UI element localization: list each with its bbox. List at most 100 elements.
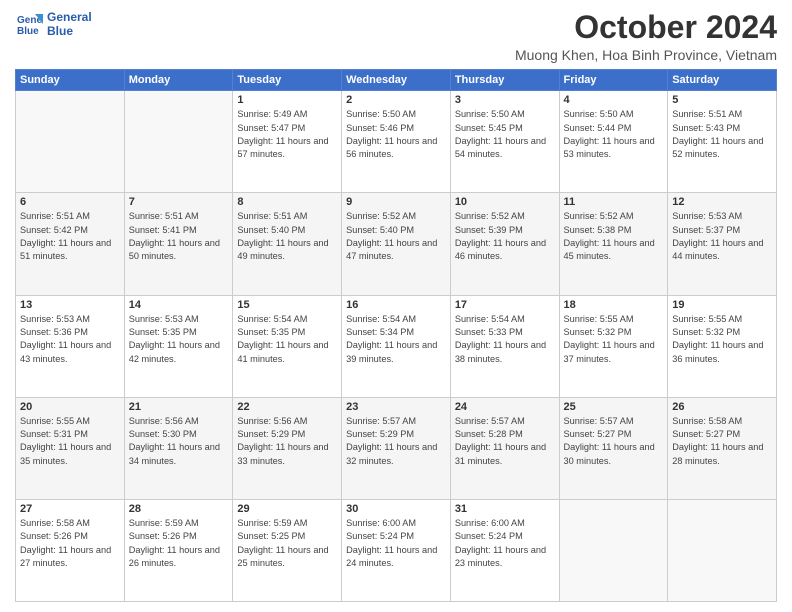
day-number: 20: [20, 401, 120, 413]
calendar-week-row: 20 Sunrise: 5:55 AMSunset: 5:31 PMDayligh…: [16, 397, 777, 499]
day-info: Sunrise: 5:59 AMSunset: 5:25 PMDaylight:…: [237, 517, 337, 570]
calendar-week-row: 6 Sunrise: 5:51 AMSunset: 5:42 PMDaylight…: [16, 193, 777, 295]
day-number: 12: [672, 196, 772, 208]
logo-icon: General Blue: [15, 10, 43, 38]
calendar-cell: 2 Sunrise: 5:50 AMSunset: 5:46 PMDaylight…: [342, 91, 451, 193]
calendar-cell: 21 Sunrise: 5:56 AMSunset: 5:30 PMDayligh…: [124, 397, 233, 499]
day-number: 15: [237, 299, 337, 311]
day-info: Sunrise: 5:55 AMSunset: 5:32 PMDaylight:…: [672, 313, 772, 366]
day-number: 27: [20, 503, 120, 515]
day-number: 17: [455, 299, 555, 311]
day-info: Sunrise: 5:49 AMSunset: 5:47 PMDaylight:…: [237, 108, 337, 161]
calendar-table: SundayMondayTuesdayWednesdayThursdayFrid…: [15, 69, 777, 602]
day-info: Sunrise: 5:54 AMSunset: 5:35 PMDaylight:…: [237, 313, 337, 366]
day-number: 2: [346, 94, 446, 106]
day-number: 6: [20, 196, 120, 208]
month-title: October 2024: [515, 10, 777, 45]
day-number: 5: [672, 94, 772, 106]
calendar-cell: 5Sunrise: 5:51 AMSunset: 5:43 PMDaylight…: [668, 91, 777, 193]
day-info: Sunrise: 5:50 AMSunset: 5:46 PMDaylight:…: [346, 108, 446, 161]
day-info: Sunrise: 5:52 AMSunset: 5:38 PMDaylight:…: [564, 210, 664, 263]
day-info: Sunrise: 5:53 AMSunset: 5:37 PMDaylight:…: [672, 210, 772, 263]
calendar-cell: 8 Sunrise: 5:51 AMSunset: 5:40 PMDaylight…: [233, 193, 342, 295]
day-number: 22: [237, 401, 337, 413]
calendar-cell: 7 Sunrise: 5:51 AMSunset: 5:41 PMDaylight…: [124, 193, 233, 295]
day-info: Sunrise: 5:55 AMSunset: 5:31 PMDaylight:…: [20, 415, 120, 468]
weekday-header-wednesday: Wednesday: [342, 70, 451, 91]
calendar-cell: 1 Sunrise: 5:49 AMSunset: 5:47 PMDaylight…: [233, 91, 342, 193]
calendar-cell: 27 Sunrise: 5:58 AMSunset: 5:26 PMDayligh…: [16, 499, 125, 601]
title-block: October 2024 Muong Khen, Hoa Binh Provin…: [515, 10, 777, 63]
day-info: Sunrise: 5:50 AMSunset: 5:44 PMDaylight:…: [564, 108, 664, 161]
calendar-cell: [16, 91, 125, 193]
day-info: Sunrise: 5:51 AMSunset: 5:41 PMDaylight:…: [129, 210, 229, 263]
header: General Blue General Blue October 2024 M…: [15, 10, 777, 63]
day-info: Sunrise: 5:52 AMSunset: 5:39 PMDaylight:…: [455, 210, 555, 263]
day-info: Sunrise: 5:55 AMSunset: 5:32 PMDaylight:…: [564, 313, 664, 366]
calendar-cell: 31Sunrise: 6:00 AMSunset: 5:24 PMDayligh…: [450, 499, 559, 601]
day-info: Sunrise: 5:57 AMSunset: 5:28 PMDaylight:…: [455, 415, 555, 468]
day-number: 14: [129, 299, 229, 311]
weekday-header-monday: Monday: [124, 70, 233, 91]
svg-text:Blue: Blue: [17, 26, 39, 37]
calendar-cell: 16Sunrise: 5:54 AMSunset: 5:34 PMDayligh…: [342, 295, 451, 397]
day-info: Sunrise: 5:57 AMSunset: 5:27 PMDaylight:…: [564, 415, 664, 468]
calendar-cell: 19 Sunrise: 5:55 AMSunset: 5:32 PMDayligh…: [668, 295, 777, 397]
weekday-header-sunday: Sunday: [16, 70, 125, 91]
day-number: 11: [564, 196, 664, 208]
calendar-cell: 15 Sunrise: 5:54 AMSunset: 5:35 PMDayligh…: [233, 295, 342, 397]
calendar-cell: [124, 91, 233, 193]
day-number: 1: [237, 94, 337, 106]
day-number: 7: [129, 196, 229, 208]
day-info: Sunrise: 6:00 AMSunset: 5:24 PMDaylight:…: [455, 517, 555, 570]
calendar-week-row: 13Sunrise: 5:53 AMSunset: 5:36 PMDayligh…: [16, 295, 777, 397]
calendar-cell: 17 Sunrise: 5:54 AMSunset: 5:33 PMDayligh…: [450, 295, 559, 397]
day-number: 30: [346, 503, 446, 515]
day-info: Sunrise: 5:59 AMSunset: 5:26 PMDaylight:…: [129, 517, 229, 570]
calendar-week-row: 27 Sunrise: 5:58 AMSunset: 5:26 PMDayligh…: [16, 499, 777, 601]
day-info: Sunrise: 5:58 AMSunset: 5:27 PMDaylight:…: [672, 415, 772, 468]
weekday-header-thursday: Thursday: [450, 70, 559, 91]
calendar-cell: 10Sunrise: 5:52 AMSunset: 5:39 PMDayligh…: [450, 193, 559, 295]
day-info: Sunrise: 5:50 AMSunset: 5:45 PMDaylight:…: [455, 108, 555, 161]
calendar-cell: 12 Sunrise: 5:53 AMSunset: 5:37 PMDayligh…: [668, 193, 777, 295]
day-number: 28: [129, 503, 229, 515]
day-number: 21: [129, 401, 229, 413]
calendar-cell: 13Sunrise: 5:53 AMSunset: 5:36 PMDayligh…: [16, 295, 125, 397]
day-number: 23: [346, 401, 446, 413]
day-info: Sunrise: 5:56 AMSunset: 5:30 PMDaylight:…: [129, 415, 229, 468]
day-number: 8: [237, 196, 337, 208]
calendar-cell: 14 Sunrise: 5:53 AMSunset: 5:35 PMDayligh…: [124, 295, 233, 397]
weekday-header-saturday: Saturday: [668, 70, 777, 91]
day-info: Sunrise: 6:00 AMSunset: 5:24 PMDaylight:…: [346, 517, 446, 570]
day-info: Sunrise: 5:54 AMSunset: 5:33 PMDaylight:…: [455, 313, 555, 366]
day-info: Sunrise: 5:52 AMSunset: 5:40 PMDaylight:…: [346, 210, 446, 263]
day-number: 24: [455, 401, 555, 413]
calendar-cell: 9 Sunrise: 5:52 AMSunset: 5:40 PMDaylight…: [342, 193, 451, 295]
calendar-cell: 24 Sunrise: 5:57 AMSunset: 5:28 PMDayligh…: [450, 397, 559, 499]
calendar-cell: 28 Sunrise: 5:59 AMSunset: 5:26 PMDayligh…: [124, 499, 233, 601]
day-number: 9: [346, 196, 446, 208]
location-title: Muong Khen, Hoa Binh Province, Vietnam: [515, 47, 777, 63]
day-info: Sunrise: 5:53 AMSunset: 5:35 PMDaylight:…: [129, 313, 229, 366]
calendar-cell: 22 Sunrise: 5:56 AMSunset: 5:29 PMDayligh…: [233, 397, 342, 499]
logo-general: General: [47, 10, 92, 24]
day-number: 19: [672, 299, 772, 311]
logo: General Blue General Blue: [15, 10, 92, 39]
day-number: 3: [455, 94, 555, 106]
day-info: Sunrise: 5:58 AMSunset: 5:26 PMDaylight:…: [20, 517, 120, 570]
day-info: Sunrise: 5:51 AMSunset: 5:40 PMDaylight:…: [237, 210, 337, 263]
day-number: 13: [20, 299, 120, 311]
calendar-cell: 29Sunrise: 5:59 AMSunset: 5:25 PMDayligh…: [233, 499, 342, 601]
calendar-cell: 30 Sunrise: 6:00 AMSunset: 5:24 PMDayligh…: [342, 499, 451, 601]
weekday-header-tuesday: Tuesday: [233, 70, 342, 91]
day-number: 4: [564, 94, 664, 106]
calendar-cell: 25 Sunrise: 5:57 AMSunset: 5:27 PMDayligh…: [559, 397, 668, 499]
day-number: 16: [346, 299, 446, 311]
day-info: Sunrise: 5:51 AMSunset: 5:42 PMDaylight:…: [20, 210, 120, 263]
calendar-cell: 20 Sunrise: 5:55 AMSunset: 5:31 PMDayligh…: [16, 397, 125, 499]
page: General Blue General Blue October 2024 M…: [0, 0, 792, 612]
calendar-cell: 3 Sunrise: 5:50 AMSunset: 5:45 PMDaylight…: [450, 91, 559, 193]
day-number: 25: [564, 401, 664, 413]
day-info: Sunrise: 5:56 AMSunset: 5:29 PMDaylight:…: [237, 415, 337, 468]
